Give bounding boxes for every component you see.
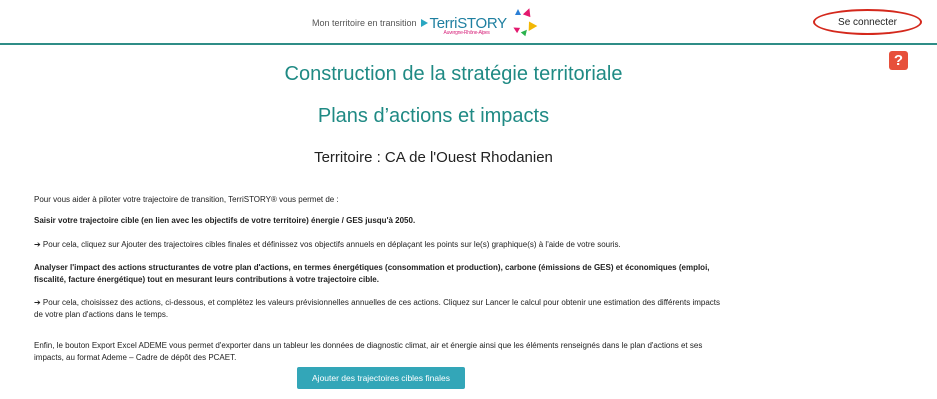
export-info: Enfin, le bouton Export Excel ADEME vous… [34, 341, 703, 362]
page-subtitle: Plans d’actions et impacts [317, 105, 550, 127]
intro-paragraph: Pour vous aider à piloter votre trajecto… [34, 195, 339, 204]
login-button[interactable]: Se connecter [813, 9, 922, 35]
territory-heading: Territoire : CA de l'Ouest Rhodanien [314, 149, 553, 166]
goal-trajectory: Saisir votre trajectoire cible (en lien … [34, 216, 416, 225]
goal-impact: Analyser l'impact des actions structuran… [34, 263, 710, 284]
header-divider [0, 43, 937, 45]
brand-logo[interactable]: Mon territoire en transition TerriSTORY … [312, 6, 538, 38]
brand-region: Auvergne-Rhône-Alpes [443, 29, 490, 36]
header: Mon territoire en transition TerriSTORY … [0, 0, 937, 45]
triangles-logo-icon [509, 6, 538, 38]
add-target-trajectories-button[interactable]: Ajouter des trajectoires cibles finales [297, 367, 465, 389]
page-title: Construction de la stratégie territorial… [284, 63, 623, 85]
arrow-icon [420, 19, 428, 27]
impact-instruction: ➔ Pour cela, choisissez des actions, ci-… [34, 298, 721, 319]
brand-tagline: Mon territoire en transition [312, 18, 417, 28]
trajectory-instruction: ➔ Pour cela, cliquez sur Ajouter des tra… [34, 240, 621, 249]
brand-name: TerriSTORY Auvergne-Rhône-Alpes [430, 15, 508, 36]
